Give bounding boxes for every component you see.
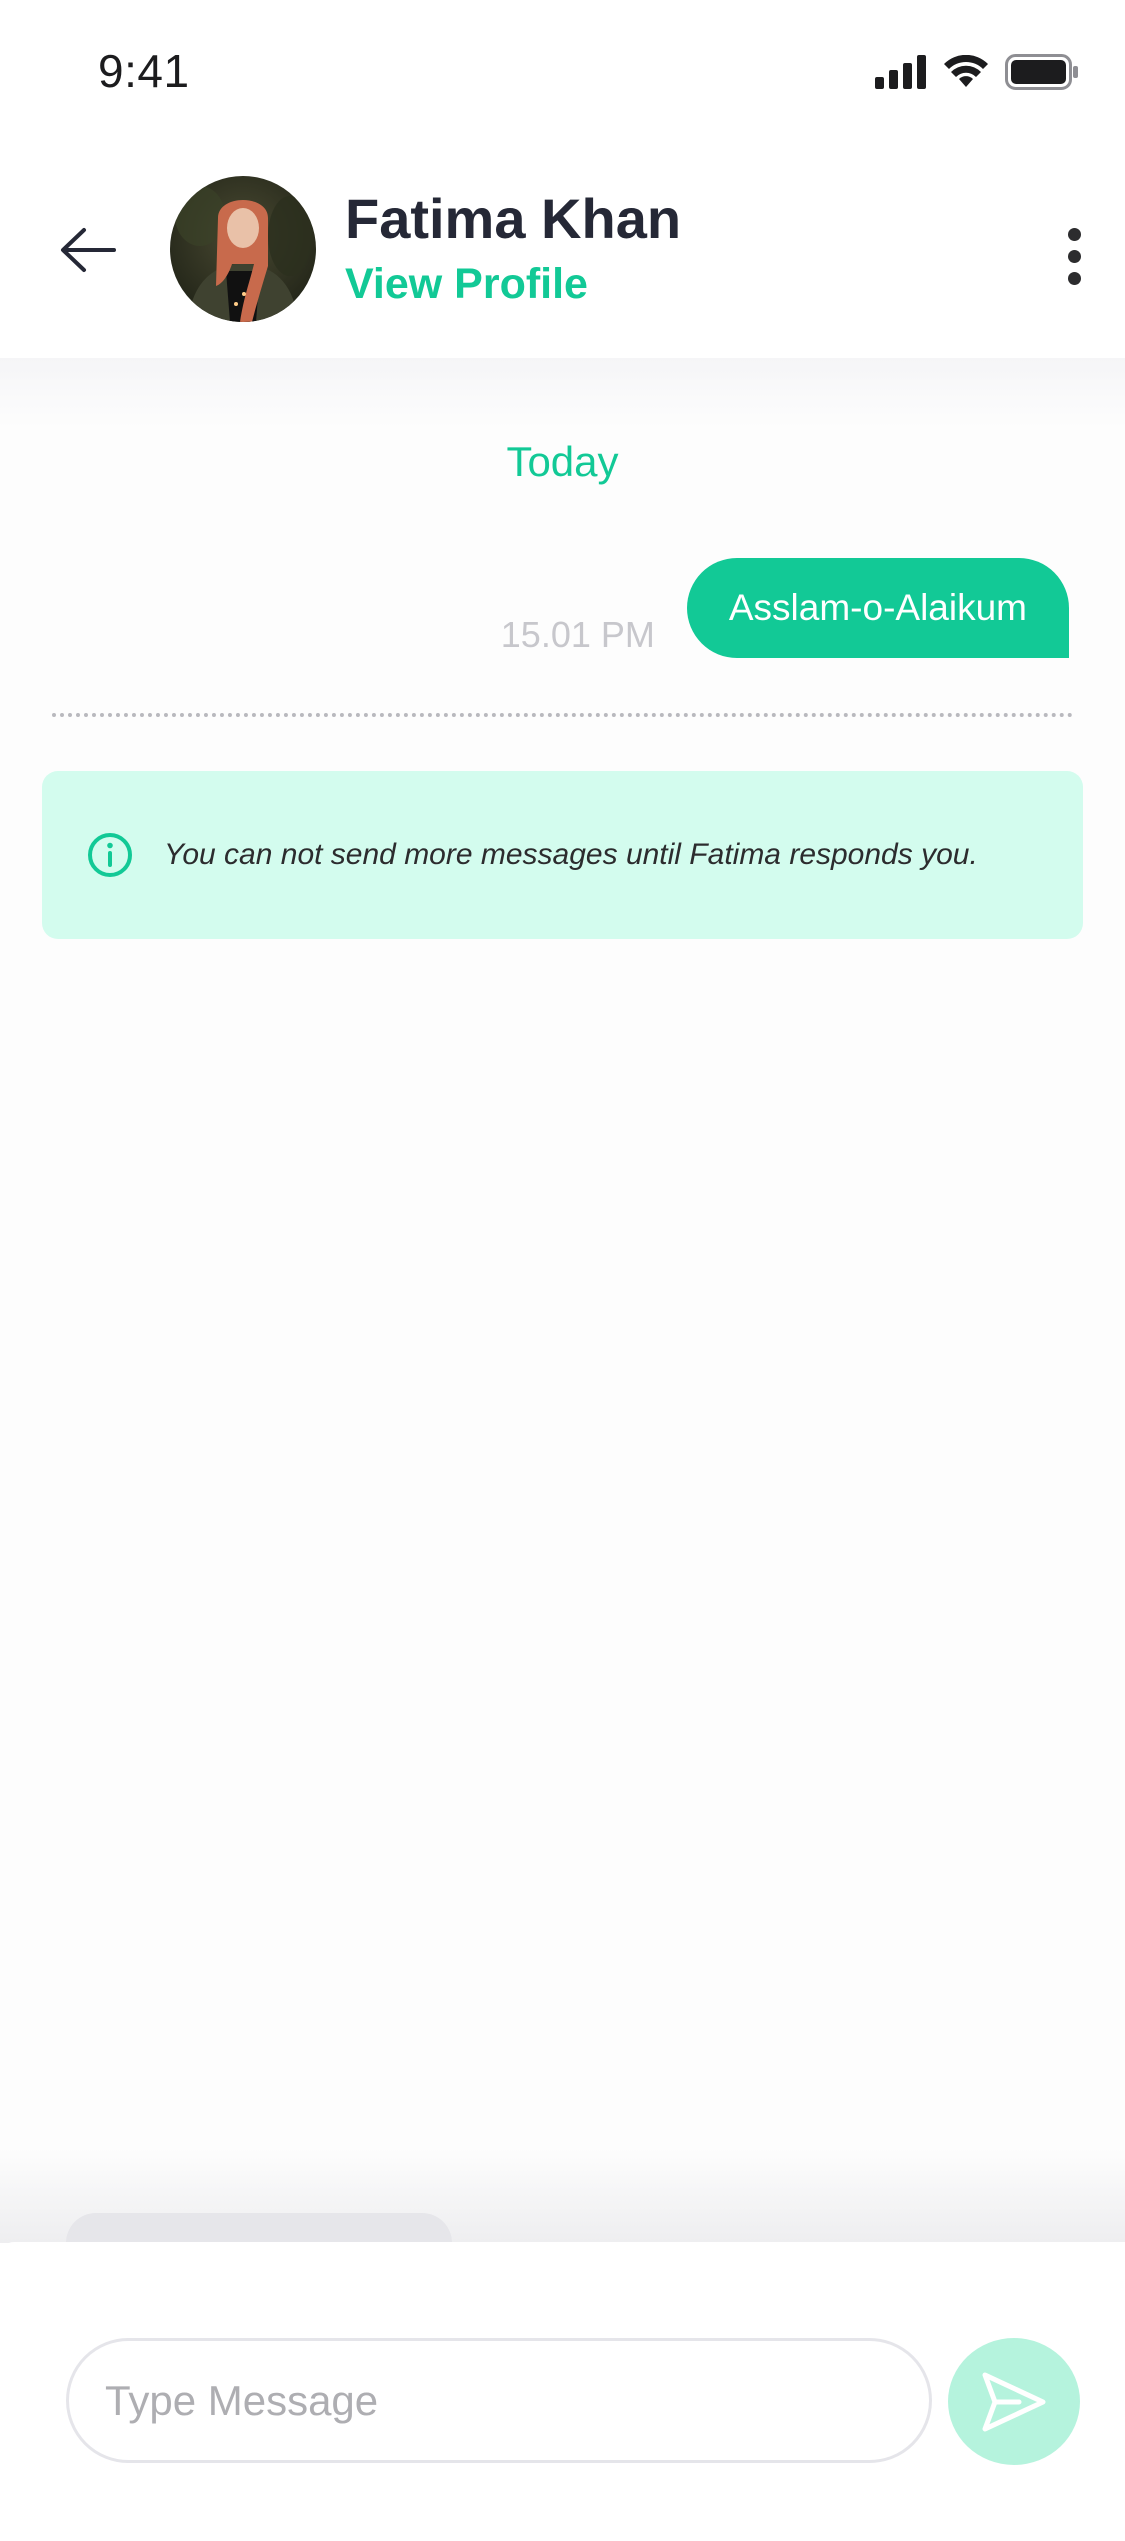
- chat-message-list[interactable]: Today 15.01 PM Asslam-o-Alaikum You can …: [0, 358, 1125, 2273]
- status-time: 9:41: [98, 45, 190, 97]
- message-timestamp: 15.01 PM: [500, 614, 655, 655]
- more-vertical-icon: [1067, 227, 1081, 241]
- battery-icon: [1005, 54, 1078, 90]
- wifi-icon: [944, 55, 988, 87]
- back-arrow-icon: [61, 228, 116, 272]
- chat-header: Fatima Khan View Profile: [0, 150, 1125, 360]
- message-bubble[interactable]: Asslam-o-Alaikum: [686, 558, 1069, 658]
- avatar-image: [170, 176, 316, 322]
- message-outgoing: 15.01 PM Asslam-o-Alaikum: [501, 558, 1069, 658]
- signal-icon: [875, 55, 926, 89]
- info-banner-text: You can not send more messages until Fat…: [164, 838, 978, 871]
- send-icon: [982, 2372, 1046, 2431]
- avatar[interactable]: [170, 176, 316, 322]
- info-banner: You can not send more messages until Fat…: [42, 771, 1083, 939]
- chat-screen: 9:41 Fatima Khan View Profile Today 15.0…: [0, 0, 1125, 2541]
- send-button[interactable]: [948, 2338, 1080, 2465]
- more-vertical-icon-dot: [1067, 271, 1081, 285]
- status-icons: [875, 52, 1079, 92]
- info-icon: [88, 833, 132, 877]
- message-composer: [0, 2242, 1125, 2541]
- message-input[interactable]: [66, 2338, 932, 2463]
- view-profile-link[interactable]: View Profile: [345, 260, 588, 309]
- dotted-divider: [52, 713, 1073, 717]
- more-options-button[interactable]: [1049, 216, 1099, 296]
- date-separator: Today: [506, 438, 619, 485]
- more-vertical-icon-dot: [1067, 249, 1081, 263]
- contact-name: Fatima Khan: [345, 187, 682, 250]
- status-bar: 9:41: [0, 0, 1125, 150]
- back-button[interactable]: [52, 214, 124, 286]
